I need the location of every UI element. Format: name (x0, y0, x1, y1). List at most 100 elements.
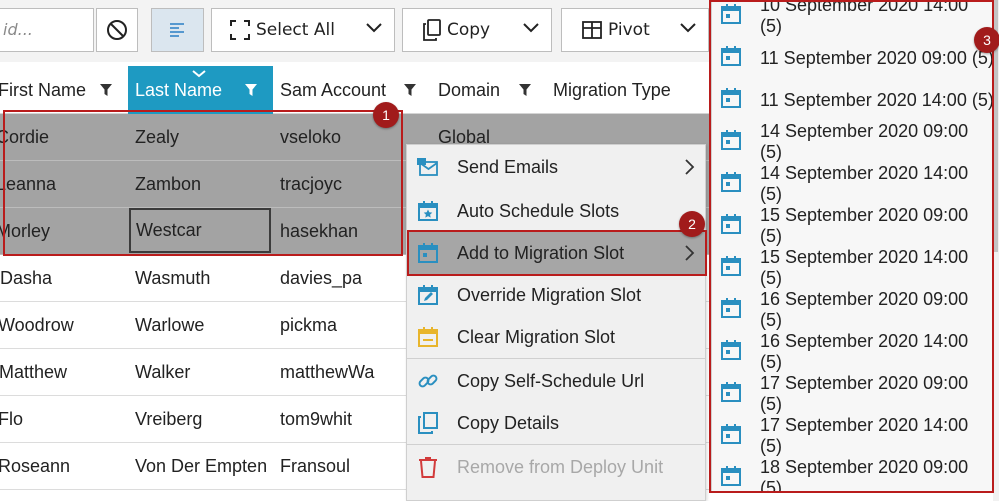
cell-first-name[interactable]: Matthew (0, 349, 67, 395)
copy-button[interactable]: Copy (402, 8, 552, 52)
chevron-down-icon[interactable] (523, 23, 539, 33)
clear-filter-button[interactable] (96, 8, 138, 52)
slot-item[interactable]: 15 September 2020 14:00 (5) (712, 247, 993, 289)
slot-item[interactable]: 14 September 2020 09:00 (5) (712, 121, 993, 163)
cell-sam-account[interactable]: tracjoyc (280, 161, 342, 207)
cell-first-name[interactable]: Roseann (0, 443, 70, 489)
menu-separator (407, 358, 705, 359)
trash-icon (419, 457, 437, 478)
column-header-domain[interactable]: Domain (429, 66, 545, 114)
align-left-button[interactable] (151, 8, 204, 52)
pivot-label: Pivot (608, 20, 650, 40)
cell-sam-account[interactable]: davies_pa (280, 255, 362, 301)
search-input[interactable] (3, 20, 89, 39)
column-header-sam-account[interactable]: Sam Account (273, 66, 429, 114)
menu-separator (407, 444, 705, 445)
menu-item-label: Copy Details (457, 412, 560, 433)
cell-last-name[interactable]: Vreiberg (135, 396, 202, 442)
slot-item[interactable]: 14 September 2020 14:00 (5) (712, 163, 993, 205)
menu-item-label: Add to Migration Slot (457, 242, 625, 263)
calendar-icon (721, 382, 741, 402)
cell-first-name[interactable]: Morley (0, 208, 50, 254)
search-field[interactable] (0, 8, 94, 52)
slot-item[interactable]: 16 September 2020 14:00 (5) (712, 331, 993, 373)
cell-sam-account[interactable]: pickma (280, 302, 337, 348)
menu-item-copy-self-schedule-url[interactable]: Copy Self-Schedule Url (407, 360, 705, 402)
cell-sam-account[interactable]: hasekhan (280, 208, 358, 254)
link-icon (418, 374, 438, 388)
cell-last-name[interactable]: Zambon (135, 161, 201, 207)
slot-item[interactable]: 10 September 2020 14:00 (5) (712, 0, 993, 37)
cell-sam-account[interactable]: tom9whit (280, 396, 352, 442)
cell-last-name[interactable]: Walker (135, 349, 190, 395)
cell-sam-account[interactable]: matthewWa (280, 349, 374, 395)
menu-item-remove-from-deploy-unit: Remove from Deploy Unit (407, 446, 705, 488)
column-header-label: Domain (438, 79, 501, 100)
menu-item-clear-migration-slot[interactable]: Clear Migration Slot (407, 316, 705, 358)
slot-label: 11 September 2020 14:00 (5) (760, 89, 993, 110)
slot-item[interactable]: 11 September 2020 09:00 (5) (712, 37, 993, 79)
chevron-down-icon[interactable] (366, 23, 382, 33)
calendar-icon (418, 243, 438, 263)
cell-last-name[interactable]: Wasmuth (135, 255, 210, 301)
calendar-edit-icon (418, 285, 438, 305)
filter-icon[interactable] (244, 83, 258, 97)
calendar-icon (721, 424, 741, 444)
column-header-label: Last Name (135, 79, 223, 100)
calendar-icon (721, 4, 741, 24)
slot-item[interactable]: 15 September 2020 09:00 (5) (712, 205, 993, 247)
slot-label: 18 September 2020 09:00 (5) (760, 457, 969, 492)
slot-item[interactable]: 11 September 2020 14:00 (5) (712, 79, 993, 121)
menu-item-add-to-migration-slot[interactable]: Add to Migration Slot (407, 232, 705, 274)
slot-item[interactable]: 17 September 2020 09:00 (5) (712, 373, 993, 415)
menu-item-override-migration-slot[interactable]: Override Migration Slot (407, 274, 705, 316)
slot-label: 16 September 2020 09:00 (5) (760, 289, 969, 330)
slot-item[interactable]: 17 September 2020 14:00 (5) (712, 415, 993, 457)
column-header-last-name[interactable]: Last Name (128, 66, 273, 114)
slot-label: 15 September 2020 14:00 (5) (760, 247, 969, 288)
column-header-migration-type[interactable]: Migration Type (545, 66, 711, 114)
callout-badge-3: 3 (974, 27, 999, 53)
slot-label: 15 September 2020 09:00 (5) (760, 205, 969, 246)
slot-item[interactable]: 16 September 2020 09:00 (5) (712, 289, 993, 331)
menu-item-label: Auto Schedule Slots (457, 200, 620, 221)
menu-item-copy-details[interactable]: Copy Details (407, 402, 705, 444)
filter-icon[interactable] (403, 83, 417, 97)
cell-last-name-focused[interactable]: Westcar (129, 208, 271, 253)
filter-icon[interactable] (518, 83, 532, 97)
slot-label: 14 September 2020 09:00 (5) (760, 121, 969, 162)
select-all-icon (230, 20, 250, 40)
filter-icon[interactable] (99, 83, 113, 97)
calendar-icon (721, 340, 741, 360)
select-all-button[interactable]: Select All (211, 8, 395, 52)
chevron-down-icon[interactable] (680, 23, 696, 33)
pivot-button[interactable]: Pivot (561, 8, 709, 52)
cell-last-name[interactable]: Zealy (135, 114, 179, 160)
cell-first-name[interactable]: Leanna (0, 161, 56, 207)
cell-sam-account[interactable]: vseloko (280, 114, 341, 160)
send-email-icon (417, 158, 438, 176)
copy-label: Copy (447, 20, 491, 40)
calendar-icon (721, 88, 741, 108)
cell-sam-account[interactable]: Fransoul (280, 443, 350, 489)
column-header-first-name[interactable]: First Name (0, 66, 128, 114)
calendar-icon (721, 298, 741, 318)
block-icon (107, 20, 127, 40)
cell-first-name[interactable]: Cordie (0, 114, 49, 160)
slot-label: 14 September 2020 14:00 (5) (760, 163, 969, 204)
cell-last-name[interactable]: Von Der Empten (135, 443, 267, 489)
menu-item-auto-schedule-slots[interactable]: Auto Schedule Slots (407, 190, 705, 232)
slot-item[interactable]: 18 September 2020 09:00 (5) (712, 457, 993, 492)
calendar-star-icon (418, 201, 438, 221)
menu-item-send-emails[interactable]: Send Emails (407, 146, 705, 188)
column-header-label: Sam Account (280, 79, 387, 100)
cell-first-name[interactable]: Woodrow (0, 302, 74, 348)
cell-first-name[interactable]: Dasha (0, 255, 52, 301)
calendar-icon (721, 130, 741, 150)
calendar-icon (721, 172, 741, 192)
calendar-icon (721, 214, 741, 234)
calendar-icon (721, 46, 741, 66)
copy-icon (418, 412, 438, 434)
cell-last-name[interactable]: Warlowe (135, 302, 204, 348)
cell-first-name[interactable]: Flo (0, 396, 23, 442)
